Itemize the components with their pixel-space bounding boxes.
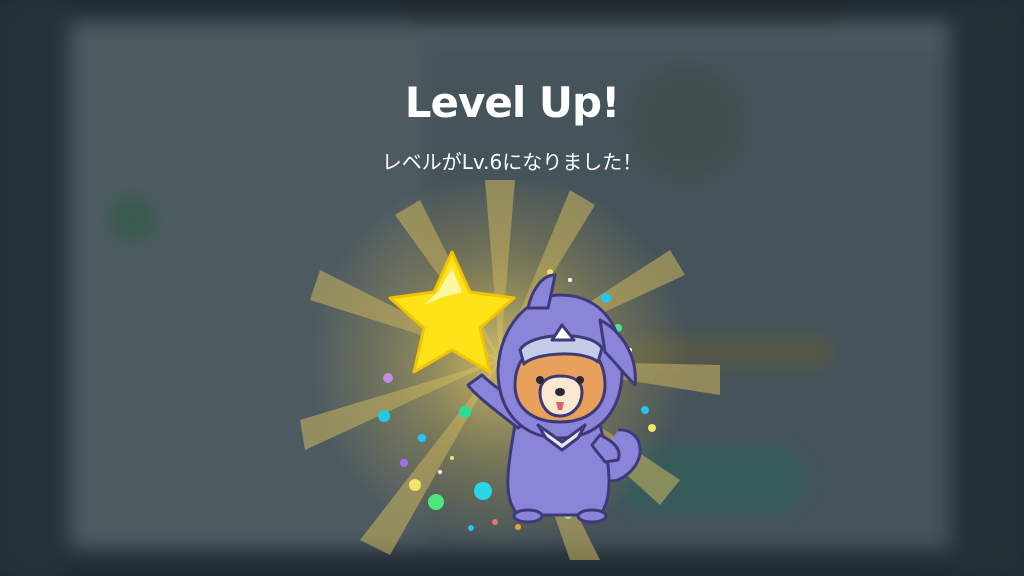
- level-up-title: Level Up!: [404, 78, 620, 127]
- level-up-modal-overlay[interactable]: Level Up! レベルがLv.6になりました！: [0, 0, 1024, 576]
- level-up-illustration: [300, 180, 720, 560]
- level-up-message: レベルがLv.6になりました！: [381, 150, 643, 174]
